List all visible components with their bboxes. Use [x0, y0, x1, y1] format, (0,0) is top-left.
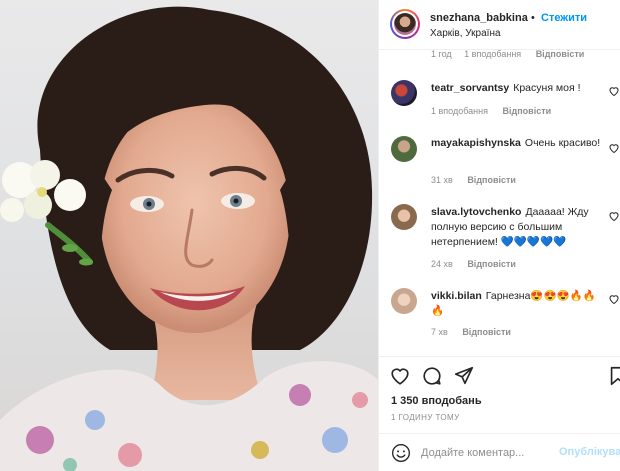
reply-button[interactable]: Відповісти: [467, 175, 516, 185]
add-comment-bar: Опублікувати: [379, 433, 620, 471]
post-photo[interactable]: [0, 0, 378, 471]
commenter-username[interactable]: mayakapishynska: [431, 137, 521, 149]
comment-body: slava.lytovchenko Дааааа! Жду полную верс…: [431, 205, 607, 250]
likes-count[interactable]: 1 350 вподобань: [391, 395, 482, 407]
comments-list: 1 год 1 вподобання Відповісти teatr_sorv…: [379, 50, 620, 356]
bookmark-icon[interactable]: [607, 365, 620, 387]
comment-text: Очень красиво!: [524, 137, 601, 149]
post-header: snezhana_babkina • Стежити Харків, Украї…: [379, 0, 620, 50]
comment-input[interactable]: [421, 443, 553, 463]
commenter-avatar[interactable]: [391, 288, 417, 314]
comment-time[interactable]: 1 год: [431, 50, 452, 59]
reply-button[interactable]: Відповісти: [462, 327, 511, 337]
owner-avatar[interactable]: [390, 9, 420, 39]
instagram-post: snezhana_babkina • Стежити Харків, Украї…: [0, 0, 620, 471]
post-location[interactable]: Харків, Україна: [430, 28, 501, 39]
commenter-avatar[interactable]: [391, 80, 417, 106]
commenter-username[interactable]: slava.lytovchenko: [431, 206, 521, 218]
post-timestamp[interactable]: 1 ГОДИНУ ТОМУ: [391, 413, 460, 422]
publish-button[interactable]: Опублікувати: [559, 446, 620, 458]
comment-like-icon[interactable]: [608, 293, 620, 305]
comment-like-icon[interactable]: [608, 85, 620, 97]
commenter-username[interactable]: vikki.bilan: [431, 290, 482, 302]
comment-time[interactable]: 7 хв: [431, 327, 448, 337]
emoji-icon[interactable]: [391, 443, 411, 463]
owner-username[interactable]: snezhana_babkina: [430, 12, 528, 24]
reply-button[interactable]: Відповісти: [536, 50, 585, 59]
share-icon[interactable]: [453, 365, 475, 387]
comment-time[interactable]: 31 хв: [431, 175, 453, 185]
portrait-image: [0, 6, 378, 471]
comment-likes[interactable]: 1 вподобання: [464, 50, 521, 59]
heart-icon[interactable]: [389, 365, 411, 387]
comment-icon[interactable]: [421, 365, 443, 387]
separator-dot: •: [531, 12, 535, 24]
commenter-avatar[interactable]: [391, 204, 417, 230]
comment-meta: 7 хв Відповісти: [431, 327, 511, 337]
reply-button[interactable]: Відповісти: [503, 106, 552, 116]
comment-body: teatr_sorvantsy Красуня моя !: [431, 81, 607, 96]
comment-time[interactable]: 24 хв: [431, 259, 453, 269]
comment-meta: 1 вподобання Відповісти: [431, 106, 551, 116]
comment-meta: 1 год 1 вподобання Відповісти: [431, 50, 584, 59]
post-side-panel: snezhana_babkina • Стежити Харків, Украї…: [378, 0, 620, 471]
comment-body: mayakapishynska Очень красиво!: [431, 136, 607, 151]
comment-meta: 31 хв Відповісти: [431, 175, 516, 185]
commenter-username[interactable]: teatr_sorvantsy: [431, 82, 509, 94]
comment-likes[interactable]: 1 вподобання: [431, 106, 488, 116]
comment-meta: 24 хв Відповісти: [431, 259, 516, 269]
commenter-avatar[interactable]: [391, 136, 417, 162]
comment-like-icon[interactable]: [608, 210, 620, 222]
comment-body: vikki.bilan Гарнезна😍😍😍🔥🔥🔥: [431, 289, 607, 319]
comment-like-icon[interactable]: [608, 142, 620, 154]
comment-text: Красуня моя !: [513, 82, 581, 94]
reply-button[interactable]: Відповісти: [467, 259, 516, 269]
follow-button[interactable]: Стежити: [541, 12, 587, 24]
